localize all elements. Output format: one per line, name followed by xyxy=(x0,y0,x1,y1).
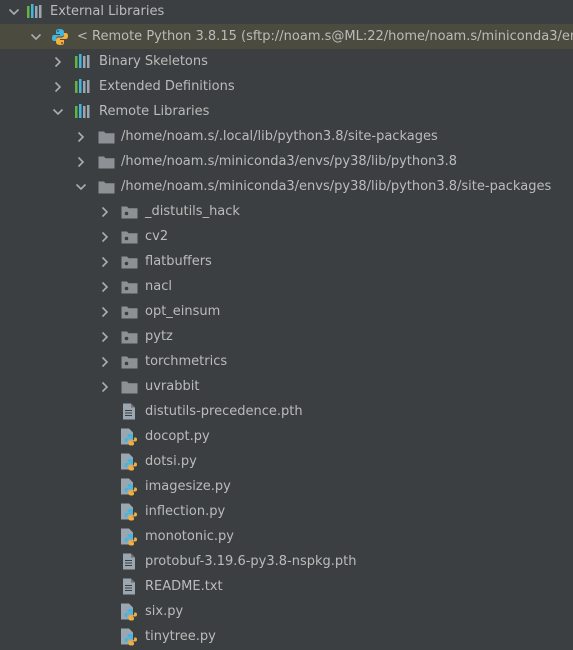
chevron-right-icon[interactable] xyxy=(97,224,113,249)
tree-item-label: /home/noam.s/miniconda3/envs/py38/lib/py… xyxy=(121,179,552,194)
tree-item-label: pytz xyxy=(145,329,173,344)
library-icon xyxy=(74,103,92,120)
chevron-down-icon[interactable] xyxy=(50,99,66,124)
tree-row[interactable]: uvrabbit xyxy=(0,374,573,399)
python-file-icon xyxy=(120,428,138,445)
chevron-right-icon[interactable] xyxy=(97,374,113,399)
tree-row[interactable]: inflection.py xyxy=(0,499,573,524)
library-icon xyxy=(74,78,92,95)
chevron-right-icon[interactable] xyxy=(50,74,66,99)
tree-item-label: distutils-precedence.pth xyxy=(145,404,303,419)
tree-item-label: torchmetrics xyxy=(145,354,228,369)
tree-row[interactable]: _distutils_hack xyxy=(0,199,573,224)
python-file-icon xyxy=(120,453,138,470)
tree-row[interactable]: nacl xyxy=(0,274,573,299)
package-icon xyxy=(120,278,138,295)
tree-row[interactable]: Extended Definitions xyxy=(0,74,573,99)
tree-row[interactable]: < Remote Python 3.8.15 (sftp://noam.s@ML… xyxy=(0,24,573,49)
tree-item-label: monotonic.py xyxy=(145,529,234,544)
tree-row[interactable]: README.txt xyxy=(0,574,573,599)
package-icon xyxy=(120,353,138,370)
chevron-down-icon[interactable] xyxy=(28,24,44,49)
chevron-right-icon[interactable] xyxy=(73,149,89,174)
tree-item-label: _distutils_hack xyxy=(145,204,240,219)
tree-row[interactable]: /home/noam.s/miniconda3/envs/py38/lib/py… xyxy=(0,149,573,174)
tree-row[interactable]: docopt.py xyxy=(0,424,573,449)
chevron-down-icon[interactable] xyxy=(73,174,89,199)
tree-row[interactable]: dotsi.py xyxy=(0,449,573,474)
chevron-down-icon[interactable] xyxy=(6,0,22,24)
library-icon xyxy=(26,3,44,20)
tree-item-label: docopt.py xyxy=(145,429,210,444)
chevron-right-icon[interactable] xyxy=(73,124,89,149)
tree-item-label: External Libraries xyxy=(50,4,165,19)
text-file-icon xyxy=(120,553,138,570)
tree-item-label: /home/noam.s/miniconda3/envs/py38/lib/py… xyxy=(121,154,458,169)
python-file-icon xyxy=(120,503,138,520)
python-sdk-icon xyxy=(51,28,69,45)
tree-row[interactable]: cv2 xyxy=(0,224,573,249)
tree-item-label: flatbuffers xyxy=(145,254,212,269)
tree-item-label: tinytree.py xyxy=(145,629,216,644)
tree-row[interactable]: distutils-precedence.pth xyxy=(0,399,573,424)
tree-item-label: opt_einsum xyxy=(145,304,221,319)
chevron-right-icon[interactable] xyxy=(97,199,113,224)
tree-row[interactable]: six.py xyxy=(0,599,573,624)
package-icon xyxy=(120,253,138,270)
tree-item-label: < Remote Python 3.8.15 (sftp://noam.s@ML… xyxy=(77,29,573,44)
tree-item-label: nacl xyxy=(145,279,172,294)
library-icon xyxy=(74,53,92,70)
tree-item-label: six.py xyxy=(145,604,184,619)
package-icon xyxy=(120,228,138,245)
tree-item-label: dotsi.py xyxy=(145,454,197,469)
tree-row[interactable]: External Libraries xyxy=(0,0,573,24)
chevron-right-icon[interactable] xyxy=(97,349,113,374)
python-file-icon xyxy=(120,628,138,645)
python-file-icon xyxy=(120,528,138,545)
package-icon xyxy=(120,328,138,345)
python-file-icon xyxy=(120,478,138,495)
python-file-icon xyxy=(120,603,138,620)
tree-item-label: Remote Libraries xyxy=(99,104,210,119)
tree-row[interactable]: tinytree.py xyxy=(0,624,573,649)
tree-row[interactable]: imagesize.py xyxy=(0,474,573,499)
tree-item-label: imagesize.py xyxy=(145,479,231,494)
tree-item-label: Extended Definitions xyxy=(99,79,235,94)
project-tree: External Libraries < Remote Python 3.8.15… xyxy=(0,0,573,650)
tree-row[interactable]: flatbuffers xyxy=(0,249,573,274)
chevron-right-icon[interactable] xyxy=(97,274,113,299)
tree-item-label: cv2 xyxy=(145,229,169,244)
chevron-right-icon[interactable] xyxy=(50,49,66,74)
tree-row[interactable]: torchmetrics xyxy=(0,349,573,374)
tree-row[interactable]: Binary Skeletons xyxy=(0,49,573,74)
chevron-right-icon[interactable] xyxy=(97,324,113,349)
text-file-icon xyxy=(120,578,138,595)
tree-item-label: inflection.py xyxy=(145,504,226,519)
tree-item-label: protobuf-3.19.6-py3.8-nspkg.pth xyxy=(145,554,357,569)
tree-row[interactable]: monotonic.py xyxy=(0,524,573,549)
folder-icon xyxy=(120,378,138,395)
tree-item-label: README.txt xyxy=(145,579,223,594)
chevron-right-icon[interactable] xyxy=(97,299,113,324)
package-icon xyxy=(120,303,138,320)
tree-row[interactable]: pytz xyxy=(0,324,573,349)
tree-row[interactable]: /home/noam.s/.local/lib/python3.8/site-p… xyxy=(0,124,573,149)
tree-row[interactable]: protobuf-3.19.6-py3.8-nspkg.pth xyxy=(0,549,573,574)
tree-item-label: /home/noam.s/.local/lib/python3.8/site-p… xyxy=(121,129,438,144)
tree-row[interactable]: Remote Libraries xyxy=(0,99,573,124)
text-file-icon xyxy=(120,403,138,420)
tree-row[interactable]: /home/noam.s/miniconda3/envs/py38/lib/py… xyxy=(0,174,573,199)
folder-icon xyxy=(97,178,115,195)
folder-icon xyxy=(97,128,115,145)
tree-item-label: uvrabbit xyxy=(145,379,200,394)
tree-item-label: Binary Skeletons xyxy=(99,54,208,69)
chevron-right-icon[interactable] xyxy=(97,249,113,274)
tree-row[interactable]: opt_einsum xyxy=(0,299,573,324)
package-icon xyxy=(120,203,138,220)
folder-icon xyxy=(97,153,115,170)
